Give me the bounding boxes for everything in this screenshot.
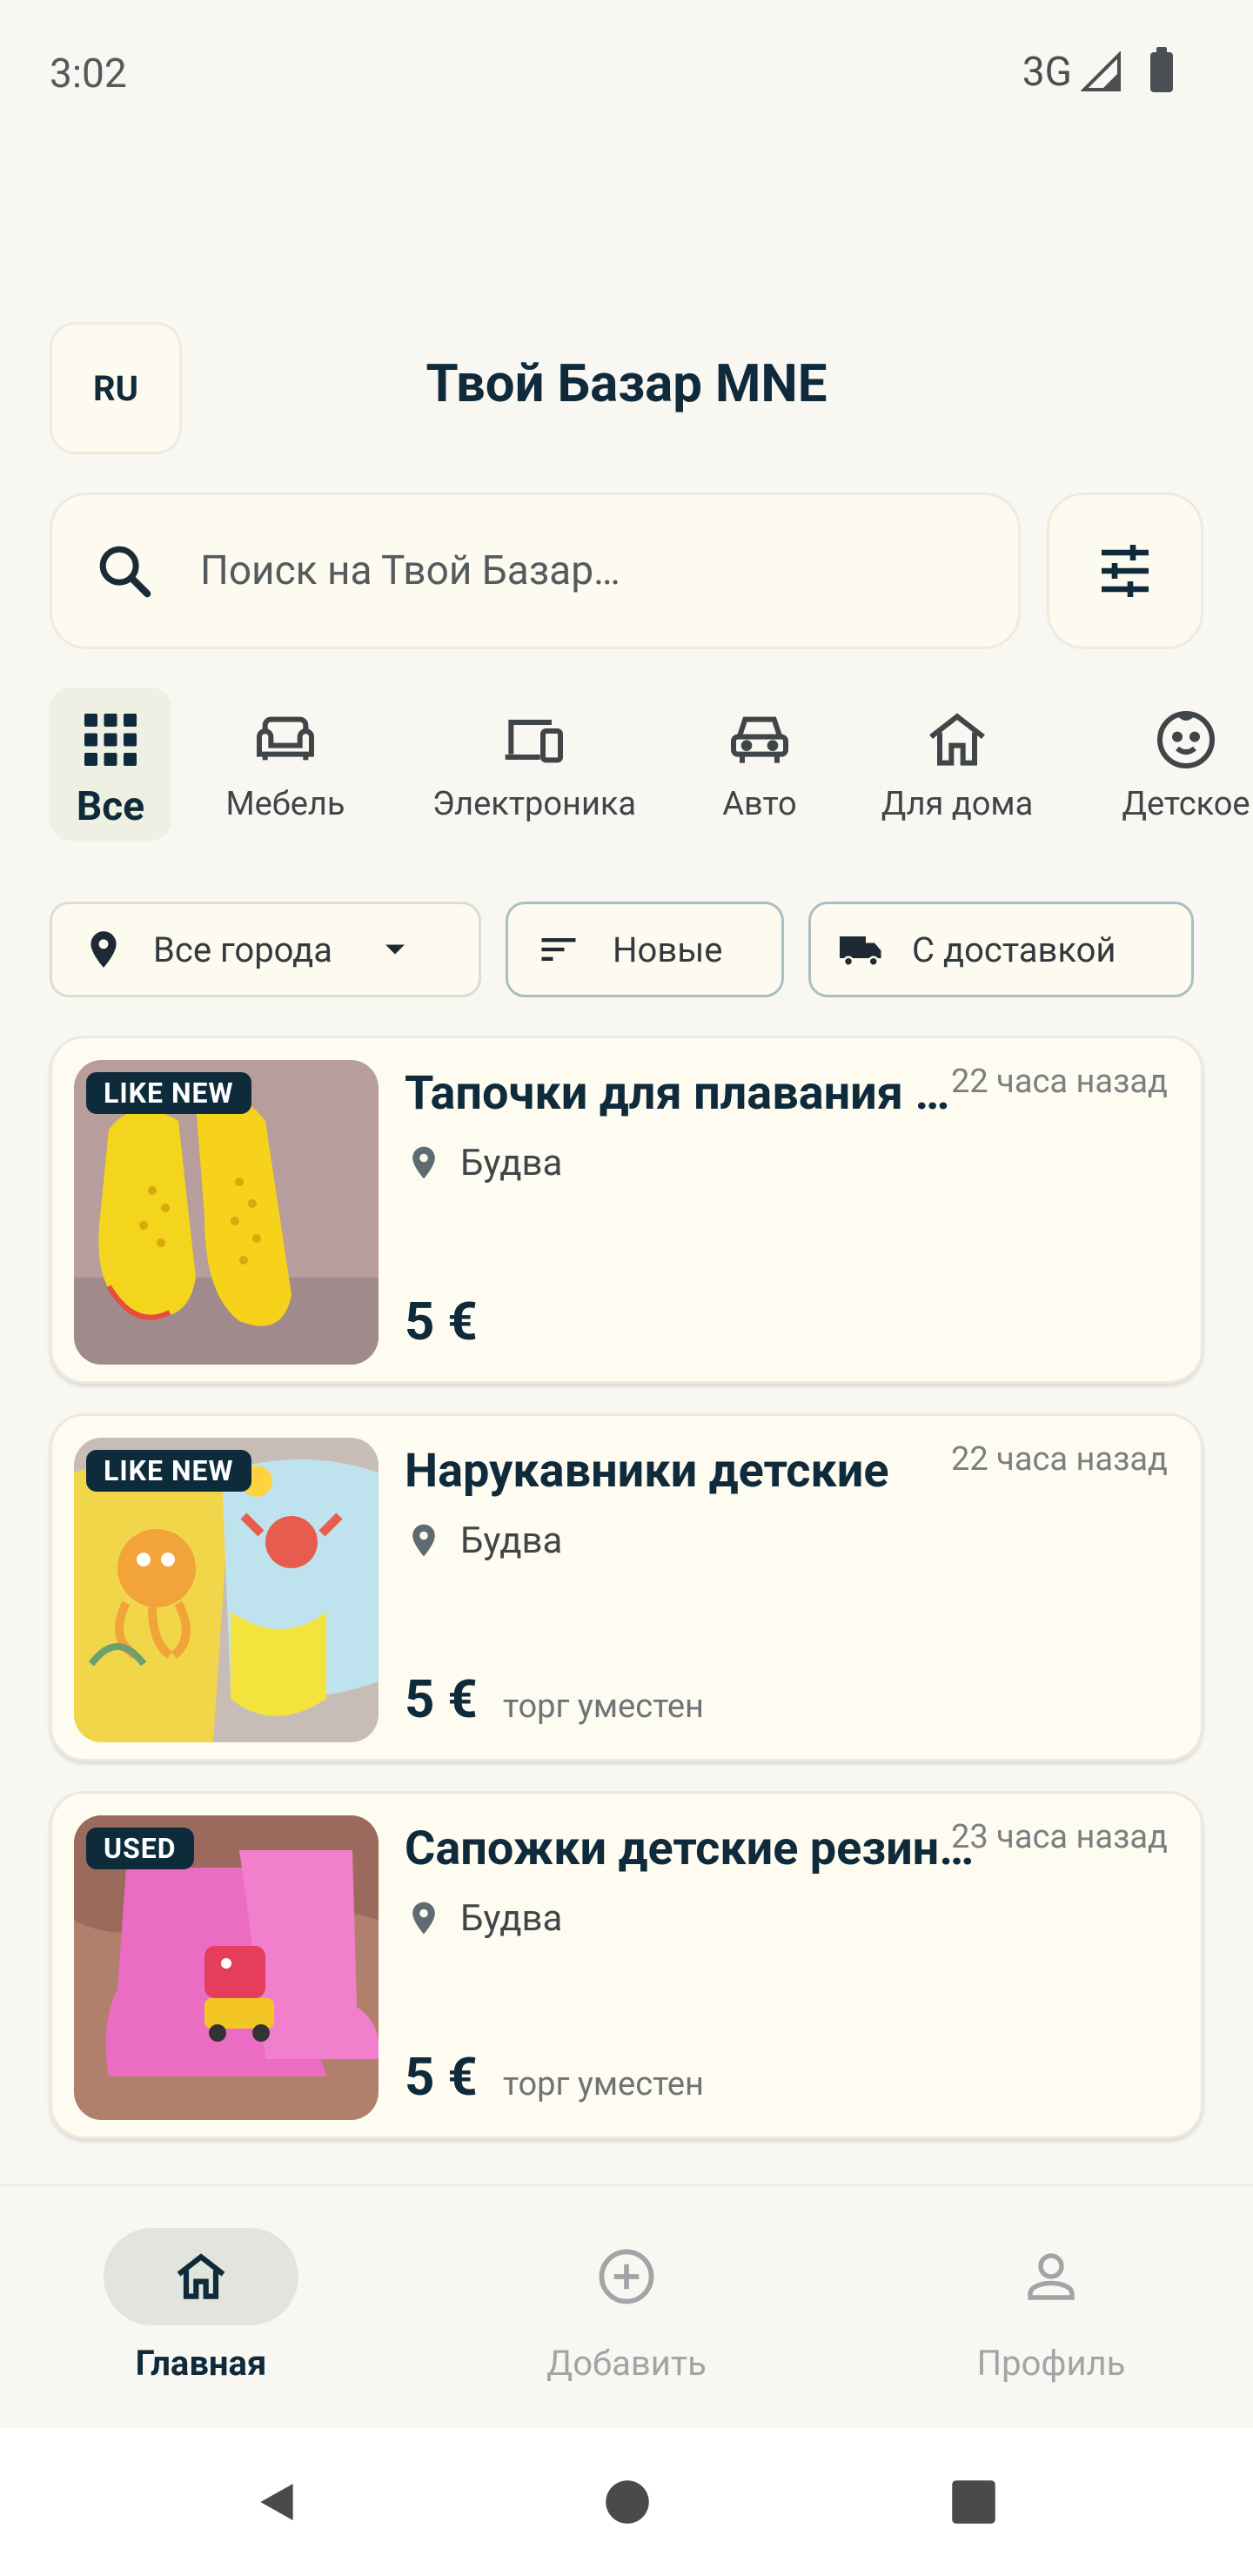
listing-card[interactable]: LIKE NEW Тапочки для плавания детские 22… — [50, 1036, 1203, 1384]
category-all[interactable]: Все — [50, 688, 171, 841]
listing-photo: USED — [74, 1815, 379, 2120]
battery-icon — [1150, 47, 1173, 92]
nav-add-label: Добавить — [546, 2343, 707, 2384]
devices-icon — [505, 720, 563, 763]
location-pin-icon — [412, 1902, 435, 1935]
delivery-filter-label: С доставкой — [912, 929, 1116, 970]
category-furniture[interactable]: Мебель — [216, 688, 355, 823]
category-auto[interactable]: Авто — [699, 688, 821, 823]
category-electronics[interactable]: Электроника — [421, 688, 647, 823]
negotiable-label: торг уместен — [503, 2065, 704, 2103]
search-icon — [99, 546, 151, 598]
home-icon — [177, 2253, 225, 2299]
category-label: Авто — [722, 785, 797, 823]
city-filter-dropdown[interactable]: Все города — [50, 902, 481, 997]
listing-price: 5 € — [405, 1668, 478, 1730]
listing-price: 5 € — [405, 2046, 478, 2108]
nav-profile-pill — [954, 2228, 1149, 2325]
person-icon — [1028, 2253, 1075, 2300]
status-time: 3:02 — [50, 50, 127, 97]
listing-location-label: Будва — [460, 1519, 563, 1562]
recents-icon[interactable] — [950, 2479, 997, 2526]
nav-profile-label: Профиль — [976, 2343, 1126, 2384]
home-circle-icon[interactable] — [604, 2479, 651, 2526]
category-label: Для дома — [881, 785, 1034, 823]
condition-badge: LIKE NEW — [86, 1450, 251, 1492]
search-input[interactable]: Поиск на Твой Базар… — [50, 493, 1021, 649]
listing-time: 22 часа назад — [951, 1440, 1168, 1479]
delivery-filter-button[interactable]: С доставкой — [808, 902, 1194, 997]
car-icon — [731, 716, 788, 763]
status-icons: 3G — [1022, 47, 1173, 96]
category-home[interactable]: Для дома — [870, 688, 1044, 823]
city-filter-label: Все города — [153, 929, 332, 970]
network-type: 3G — [1022, 49, 1072, 96]
category-label: Электроника — [432, 785, 637, 823]
back-icon[interactable] — [252, 2476, 301, 2528]
category-label: Мебель — [225, 785, 345, 823]
listing-time: 22 часа назад — [951, 1063, 1168, 1101]
grid-icon — [84, 714, 137, 766]
filter-settings-button[interactable] — [1047, 493, 1203, 649]
listing-time: 23 часа назад — [951, 1818, 1168, 1856]
category-label: Детское — [1122, 785, 1250, 823]
bottom-navigation: Главная Добавить Профиль — [0, 2184, 1253, 2428]
app-title: Твой Базар MNE — [425, 352, 828, 414]
house-icon — [929, 713, 985, 766]
listing-price: 5 € — [405, 1291, 478, 1352]
nav-home-pill — [104, 2228, 298, 2325]
tune-icon — [1102, 545, 1149, 597]
negotiable-label: торг уместен — [503, 1687, 704, 1726]
nav-add[interactable]: Добавить — [496, 2228, 757, 2384]
sort-label: Новые — [613, 929, 723, 970]
listing-location-label: Будва — [460, 1896, 563, 1940]
listing-location: Будва — [405, 1141, 562, 1184]
condition-badge: USED — [86, 1828, 194, 1869]
listing-photo: LIKE NEW — [74, 1438, 379, 1742]
location-pin-icon — [412, 1524, 435, 1557]
sort-button[interactable]: Новые — [506, 902, 784, 997]
status-bar: 3:02 3G — [0, 0, 1253, 148]
category-kids[interactable]: Детское — [1112, 688, 1253, 823]
nav-home-label: Главная — [135, 2343, 267, 2384]
listing-title: Тапочки для плавания детские — [405, 1066, 979, 1121]
system-navigation-bar — [0, 2428, 1253, 2576]
nav-profile[interactable]: Профиль — [921, 2228, 1182, 2384]
category-bar: Все Мебель Электроника Авто Для дома Дет… — [0, 688, 1253, 844]
listing-location: Будва — [405, 1896, 562, 1940]
chevron-down-icon — [385, 944, 405, 955]
location-pin-icon — [412, 1146, 435, 1179]
listing-card[interactable]: USED Сапожки детские резиновые 23 часа н… — [50, 1791, 1203, 2139]
add-circle-icon — [599, 2249, 654, 2304]
listing-title: Нарукавники детские — [405, 1444, 889, 1499]
location-pin-icon — [90, 931, 117, 968]
nav-home[interactable]: Главная — [70, 2228, 332, 2384]
listing-photo: LIKE NEW — [74, 1060, 379, 1365]
truck-icon — [840, 936, 881, 967]
category-label: Все — [76, 783, 145, 830]
sofa-icon — [257, 716, 314, 761]
search-placeholder: Поиск на Твой Базар… — [200, 547, 620, 594]
listing-location: Будва — [405, 1519, 562, 1562]
condition-badge: LIKE NEW — [86, 1072, 251, 1114]
listing-card[interactable]: LIKE NEW Нарукавники детские 22 часа наз… — [50, 1413, 1203, 1761]
listing-location-label: Будва — [460, 1141, 563, 1184]
signal-icon — [1081, 51, 1121, 91]
listing-title: Сапожки детские резиновые — [405, 1821, 979, 1876]
baby-face-icon — [1157, 711, 1215, 768]
sort-icon — [541, 938, 576, 961]
nav-add-pill — [529, 2228, 724, 2325]
